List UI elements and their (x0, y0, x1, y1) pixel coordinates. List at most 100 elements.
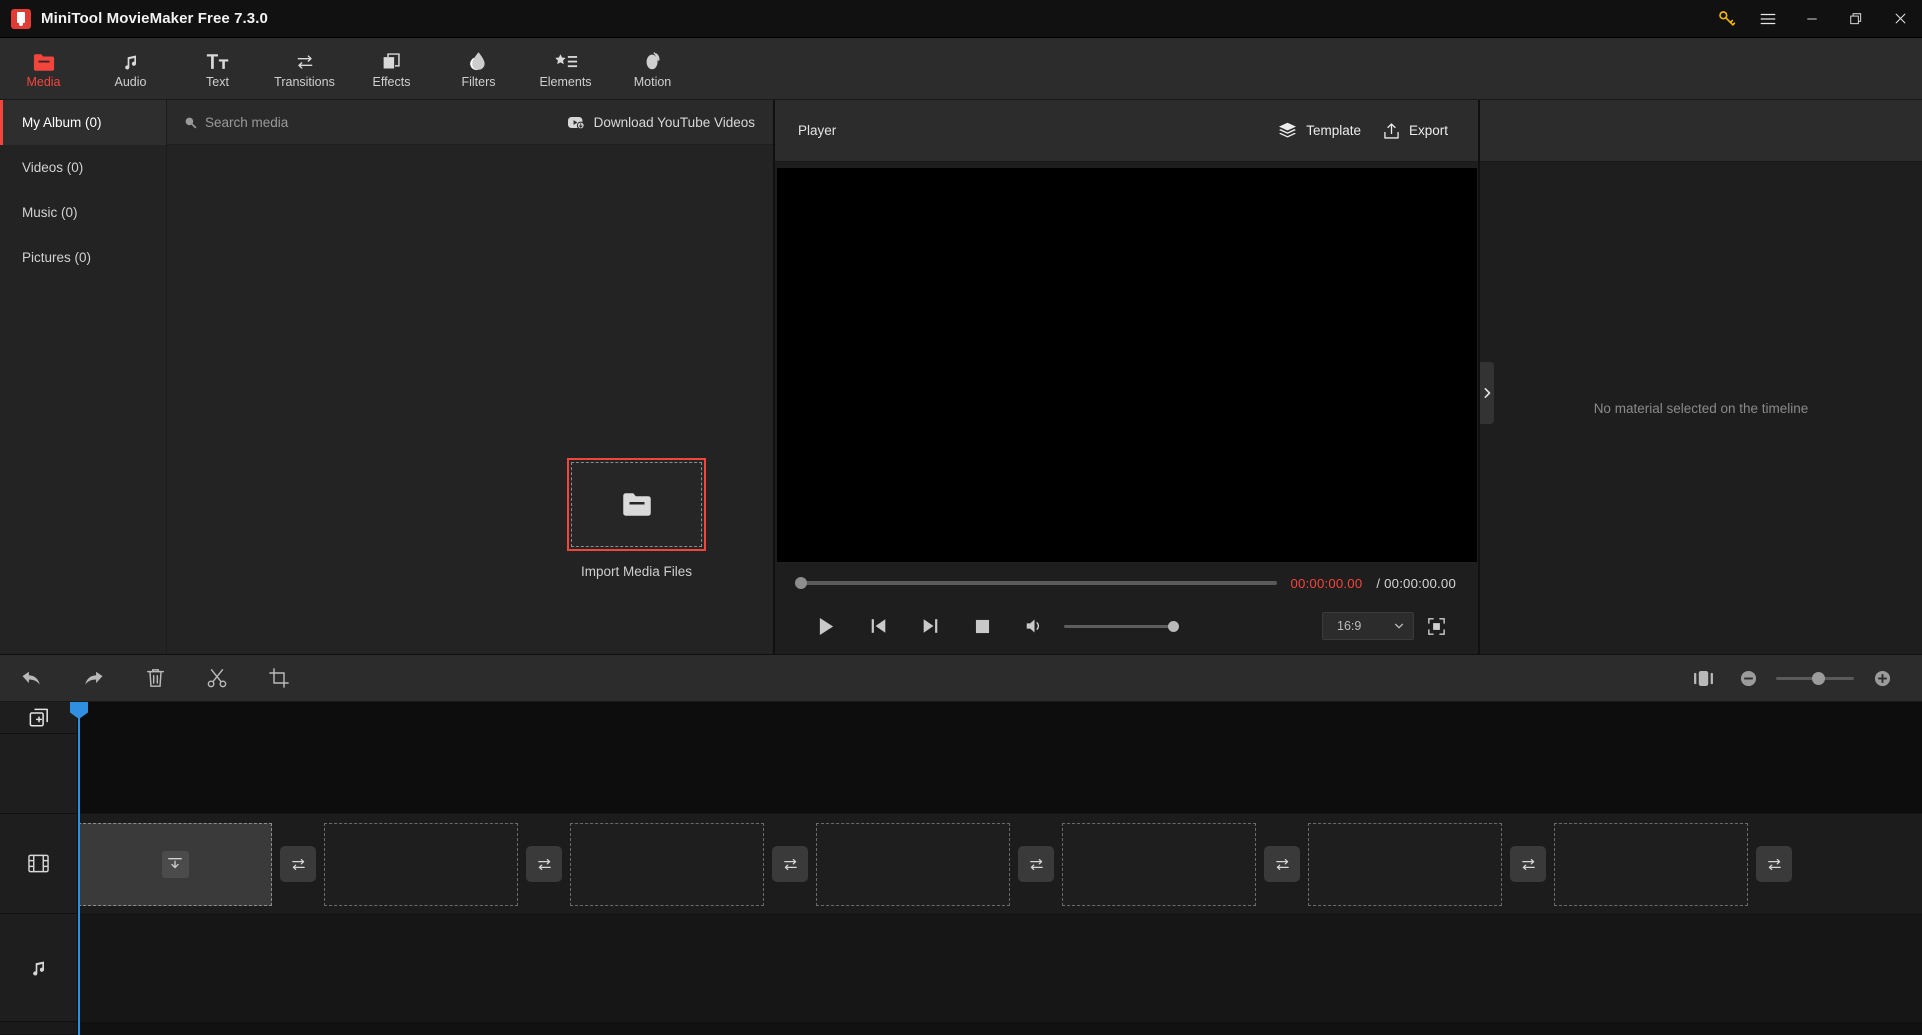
transition-arrows-icon[interactable] (280, 846, 316, 882)
volume-button[interactable] (1008, 606, 1060, 646)
next-frame-button[interactable] (904, 606, 956, 646)
timeline-clip-placeholder[interactable] (324, 822, 518, 906)
title-bar: MiniTool MovieMaker Free 7.3.0 (0, 0, 1922, 38)
timeline-clip-placeholder[interactable] (1554, 822, 1748, 906)
hamburger-menu-icon[interactable] (1746, 0, 1790, 38)
tab-motion[interactable]: Motion (609, 38, 696, 100)
playhead[interactable] (70, 702, 88, 1035)
restore-icon[interactable] (1834, 0, 1878, 38)
media-toolbar: Download YouTube Videos (167, 100, 773, 145)
chevron-right-icon[interactable] (1480, 362, 1494, 424)
main-toolbar: Media Audio Text Transitions Effects Fil… (0, 38, 1922, 100)
sidebar-item-videos[interactable]: Videos (0) (0, 145, 166, 190)
media-body: My Album (0) Videos (0) Music (0) Pictur… (0, 100, 773, 654)
timeline-clip-placeholder[interactable] (1308, 822, 1502, 906)
zoom-in-icon[interactable] (1868, 654, 1896, 702)
video-track[interactable] (78, 814, 1922, 914)
zoom-slider[interactable] (1776, 671, 1854, 685)
export-button[interactable]: Export (1372, 115, 1459, 147)
tab-effects[interactable]: Effects (348, 38, 435, 100)
timeline-clip-placeholder-active[interactable] (78, 822, 272, 906)
minimize-icon[interactable] (1790, 0, 1834, 38)
transition-arrows-icon[interactable] (1264, 846, 1300, 882)
timeline-ruler[interactable] (78, 702, 1922, 814)
import-media-label: Import Media Files (580, 564, 693, 579)
tab-elements[interactable]: Elements (522, 38, 609, 100)
close-icon[interactable] (1878, 0, 1922, 38)
folder-icon (33, 48, 55, 72)
player-panel: Player Template Export 00:00:00.00 / 00:… (775, 100, 1480, 654)
tab-transitions[interactable]: Transitions (261, 38, 348, 100)
tab-label: Transitions (274, 75, 335, 89)
media-main: Download YouTube Videos Import Media Fil… (167, 100, 773, 654)
zoom-knob[interactable] (1812, 671, 1825, 685)
import-drop-zone[interactable] (567, 458, 706, 551)
import-media-files[interactable]: Import Media Files (567, 458, 706, 579)
folder-icon (622, 492, 652, 517)
tab-label: Effects (372, 75, 411, 89)
transition-arrows-icon[interactable] (1510, 846, 1546, 882)
timeline-empty-area[interactable] (78, 1022, 1922, 1035)
seek-slider[interactable] (795, 577, 1277, 589)
previous-frame-button[interactable] (852, 606, 904, 646)
tab-audio[interactable]: Audio (87, 38, 174, 100)
export-upload-icon (1383, 122, 1400, 140)
timeline-toolbar (0, 654, 1922, 702)
tab-label: Elements (539, 75, 592, 89)
aspect-ratio-select[interactable]: 16:9 (1322, 612, 1414, 640)
delete-button[interactable] (124, 654, 186, 702)
timeline-clip-placeholder[interactable] (816, 822, 1010, 906)
app-window: MiniTool MovieMaker Free 7.3.0 Media Aud… (0, 0, 1922, 1035)
properties-empty-message: No material selected on the timeline (1593, 400, 1809, 416)
fit-timeline-icon[interactable] (1686, 654, 1720, 702)
search-icon (184, 116, 197, 129)
zoom-out-icon[interactable] (1734, 654, 1762, 702)
volume-slider[interactable] (1064, 620, 1179, 632)
transition-arrows-icon[interactable] (526, 846, 562, 882)
download-youtube-videos-button[interactable]: Download YouTube Videos (558, 100, 773, 145)
volume-knob[interactable] (1168, 620, 1179, 632)
text-icon (206, 48, 230, 72)
main-content-area: My Album (0) Videos (0) Music (0) Pictur… (0, 100, 1922, 654)
timeline-clip-placeholder[interactable] (1062, 822, 1256, 906)
fullscreen-button[interactable] (1414, 606, 1458, 646)
search-input[interactable] (205, 114, 505, 130)
chevron-down-icon (1393, 620, 1405, 632)
key-icon[interactable] (1706, 0, 1746, 38)
play-button[interactable] (800, 606, 852, 646)
sidebar-item-music[interactable]: Music (0) (0, 190, 166, 235)
tab-text[interactable]: Text (174, 38, 261, 100)
media-content-area: Import Media Files (167, 145, 773, 654)
zoom-controls (1686, 654, 1922, 702)
sidebar-item-my-album[interactable]: My Album (0) (0, 100, 166, 145)
album-sidebar: My Album (0) Videos (0) Music (0) Pictur… (0, 100, 167, 654)
album-label: Music (0) (22, 205, 78, 220)
filters-drop-icon (468, 48, 489, 72)
timeline-tracks (78, 702, 1922, 1035)
stop-button[interactable] (956, 606, 1008, 646)
sidebar-item-pictures[interactable]: Pictures (0) (0, 235, 166, 280)
add-media-icon[interactable] (0, 702, 77, 734)
video-preview-canvas[interactable] (776, 168, 1477, 562)
split-button[interactable] (186, 654, 248, 702)
seek-knob[interactable] (795, 577, 807, 589)
tab-filters[interactable]: Filters (435, 38, 522, 100)
audio-track[interactable] (78, 914, 1922, 1022)
video-track-header[interactable] (0, 814, 77, 914)
transition-arrows-icon[interactable] (772, 846, 808, 882)
album-label: My Album (0) (22, 115, 102, 130)
tab-media[interactable]: Media (0, 38, 87, 100)
crop-button[interactable] (248, 654, 310, 702)
template-label: Template (1306, 123, 1361, 138)
timeline-clip-placeholder[interactable] (570, 822, 764, 906)
player-header: Player Template Export (775, 100, 1478, 162)
transition-arrows-icon[interactable] (1018, 846, 1054, 882)
export-label: Export (1408, 123, 1448, 138)
redo-button[interactable] (62, 654, 124, 702)
elements-star-list-icon (554, 48, 578, 72)
audio-track-header[interactable] (0, 914, 77, 1022)
template-button[interactable]: Template (1267, 115, 1372, 146)
undo-button[interactable] (0, 654, 62, 702)
transition-arrows-icon[interactable] (1756, 846, 1792, 882)
tab-label: Audio (114, 75, 147, 89)
